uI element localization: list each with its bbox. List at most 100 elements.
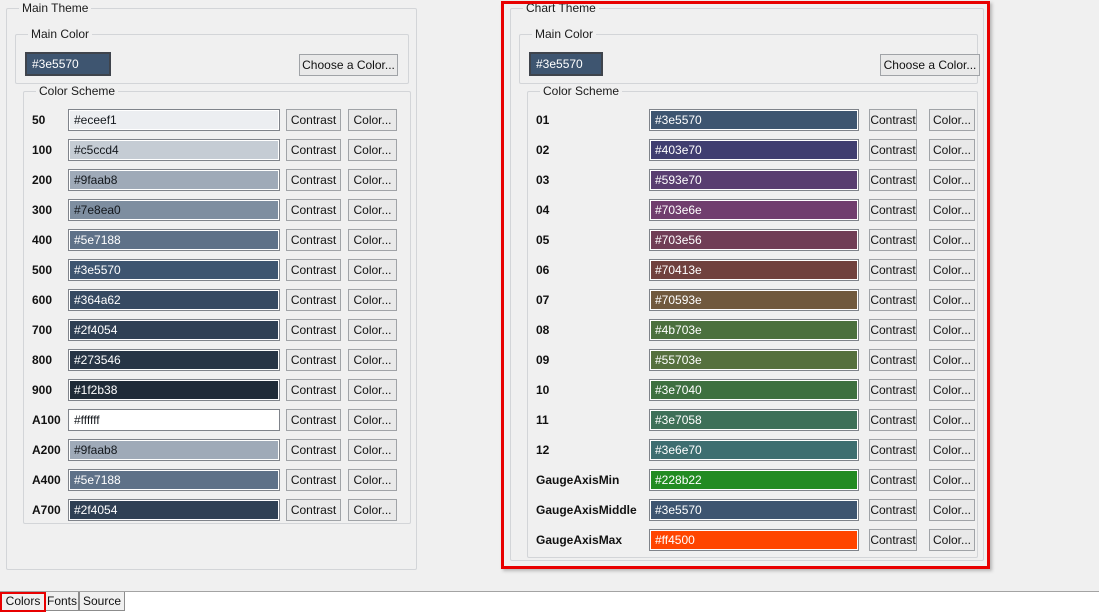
color-picker-button[interactable]: Color... <box>929 529 975 551</box>
color-picker-button[interactable]: Color... <box>348 169 397 191</box>
contrast-button[interactable]: Contrast <box>869 139 917 161</box>
color-picker-button[interactable]: Color... <box>929 409 975 431</box>
color-picker-button[interactable]: Color... <box>348 289 397 311</box>
color-value-input[interactable]: #5e7188 <box>68 469 280 491</box>
main-color-value-field[interactable]: #3e5570 <box>25 52 111 76</box>
contrast-button[interactable]: Contrast <box>286 319 341 341</box>
contrast-button[interactable]: Contrast <box>286 199 341 221</box>
contrast-button[interactable]: Contrast <box>869 229 917 251</box>
color-value-input[interactable]: #70413e <box>649 259 859 281</box>
main-color-value-field[interactable]: #3e5570 <box>529 52 603 76</box>
color-picker-button[interactable]: Color... <box>929 349 975 371</box>
tab-source[interactable]: Source <box>79 592 125 611</box>
color-value-input[interactable]: #5e7188 <box>68 229 280 251</box>
color-value-input[interactable]: #9faab8 <box>68 439 280 461</box>
color-value-input[interactable]: #9faab8 <box>68 169 280 191</box>
color-scheme-row-label: 700 <box>32 323 52 337</box>
contrast-button[interactable]: Contrast <box>286 229 341 251</box>
contrast-button[interactable]: Contrast <box>869 169 917 191</box>
color-picker-button[interactable]: Color... <box>348 229 397 251</box>
color-value-input[interactable]: #2f4054 <box>68 319 280 341</box>
color-picker-button[interactable]: Color... <box>929 469 975 491</box>
color-value-input[interactable]: #c5ccd4 <box>68 139 280 161</box>
color-value-input[interactable]: #4b703e <box>649 319 859 341</box>
theme-editor-window: { "annotation_color": "#e80000", "panels… <box>0 0 1099 614</box>
contrast-button[interactable]: Contrast <box>869 109 917 131</box>
color-value-text: #55703e <box>651 351 857 369</box>
contrast-button[interactable]: Contrast <box>286 139 341 161</box>
color-value-input[interactable]: #7e8ea0 <box>68 199 280 221</box>
contrast-button[interactable]: Contrast <box>286 379 341 401</box>
color-picker-button[interactable]: Color... <box>348 439 397 461</box>
color-value-text: #403e70 <box>651 141 857 159</box>
choose-a-color-button[interactable]: Choose a Color... <box>880 54 980 76</box>
contrast-button[interactable]: Contrast <box>286 409 341 431</box>
color-picker-button[interactable]: Color... <box>348 139 397 161</box>
contrast-button[interactable]: Contrast <box>869 199 917 221</box>
contrast-button[interactable]: Contrast <box>286 259 341 281</box>
choose-a-color-button[interactable]: Choose a Color... <box>299 54 398 76</box>
contrast-button[interactable]: Contrast <box>869 289 917 311</box>
color-value-input[interactable]: #ff4500 <box>649 529 859 551</box>
color-picker-button[interactable]: Color... <box>929 229 975 251</box>
color-value-input[interactable]: #3e5570 <box>68 259 280 281</box>
color-picker-button[interactable]: Color... <box>348 499 397 521</box>
contrast-button[interactable]: Contrast <box>286 349 341 371</box>
color-scheme-row: 900 #1f2b38 Contrast Color... <box>24 379 410 401</box>
color-picker-button[interactable]: Color... <box>929 109 975 131</box>
color-picker-button[interactable]: Color... <box>929 499 975 521</box>
contrast-button[interactable]: Contrast <box>869 469 917 491</box>
color-value-input[interactable]: #228b22 <box>649 469 859 491</box>
contrast-button[interactable]: Contrast <box>286 289 341 311</box>
color-picker-button[interactable]: Color... <box>348 259 397 281</box>
contrast-button[interactable]: Contrast <box>869 439 917 461</box>
tab-colors[interactable]: Colors <box>1 592 45 611</box>
color-scheme-row: 200 #9faab8 Contrast Color... <box>24 169 410 191</box>
contrast-button[interactable]: Contrast <box>869 319 917 341</box>
color-value-input[interactable]: #eceef1 <box>68 109 280 131</box>
color-picker-button[interactable]: Color... <box>929 319 975 341</box>
color-value-input[interactable]: #3e7058 <box>649 409 859 431</box>
contrast-button[interactable]: Contrast <box>286 499 341 521</box>
color-picker-button[interactable]: Color... <box>929 439 975 461</box>
contrast-button[interactable]: Contrast <box>869 349 917 371</box>
color-value-input[interactable]: #2f4054 <box>68 499 280 521</box>
color-value-input[interactable]: #403e70 <box>649 139 859 161</box>
color-picker-button[interactable]: Color... <box>929 379 975 401</box>
contrast-button[interactable]: Contrast <box>869 379 917 401</box>
color-value-input[interactable]: #364a62 <box>68 289 280 311</box>
color-value-input[interactable]: #70593e <box>649 289 859 311</box>
contrast-button[interactable]: Contrast <box>286 469 341 491</box>
color-picker-button[interactable]: Color... <box>929 289 975 311</box>
color-value-input[interactable]: #ffffff <box>68 409 280 431</box>
contrast-button[interactable]: Contrast <box>869 409 917 431</box>
color-picker-button[interactable]: Color... <box>348 469 397 491</box>
color-value-input[interactable]: #3e5570 <box>649 499 859 521</box>
color-value-input[interactable]: #3e6e70 <box>649 439 859 461</box>
color-value-input[interactable]: #3e5570 <box>649 109 859 131</box>
color-value-input[interactable]: #1f2b38 <box>68 379 280 401</box>
contrast-button[interactable]: Contrast <box>869 529 917 551</box>
color-value-input[interactable]: #593e70 <box>649 169 859 191</box>
contrast-button[interactable]: Contrast <box>869 259 917 281</box>
color-picker-button[interactable]: Color... <box>348 349 397 371</box>
color-picker-button[interactable]: Color... <box>348 109 397 131</box>
color-value-input[interactable]: #703e6e <box>649 199 859 221</box>
tab-fonts[interactable]: Fonts <box>45 592 79 611</box>
contrast-button[interactable]: Contrast <box>286 439 341 461</box>
color-picker-button[interactable]: Color... <box>348 199 397 221</box>
color-picker-button[interactable]: Color... <box>348 409 397 431</box>
contrast-button[interactable]: Contrast <box>286 169 341 191</box>
color-picker-button[interactable]: Color... <box>348 319 397 341</box>
contrast-button[interactable]: Contrast <box>869 499 917 521</box>
color-picker-button[interactable]: Color... <box>929 259 975 281</box>
color-value-input[interactable]: #55703e <box>649 349 859 371</box>
contrast-button[interactable]: Contrast <box>286 109 341 131</box>
color-picker-button[interactable]: Color... <box>929 169 975 191</box>
color-picker-button[interactable]: Color... <box>929 199 975 221</box>
color-value-input[interactable]: #3e7040 <box>649 379 859 401</box>
color-picker-button[interactable]: Color... <box>929 139 975 161</box>
color-value-input[interactable]: #273546 <box>68 349 280 371</box>
color-picker-button[interactable]: Color... <box>348 379 397 401</box>
color-value-input[interactable]: #703e56 <box>649 229 859 251</box>
